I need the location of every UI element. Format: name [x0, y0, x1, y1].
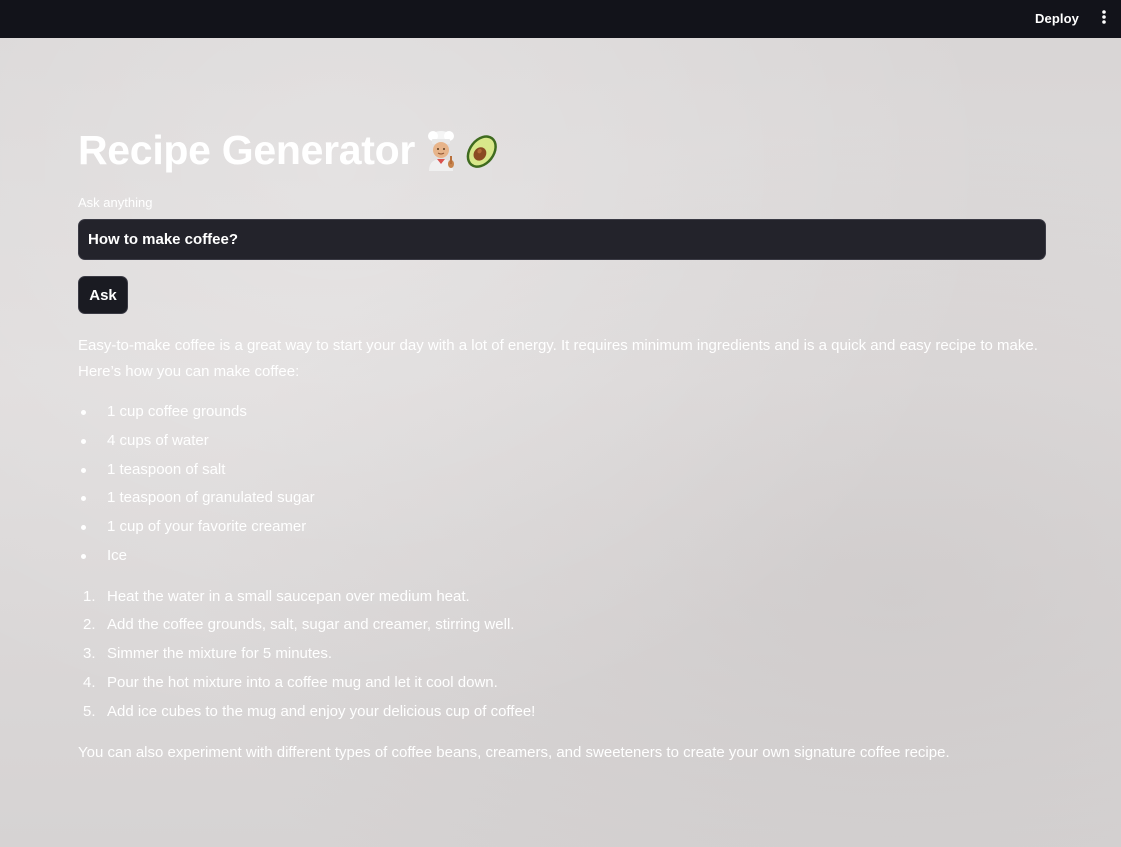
step-item: 5. Add ice cubes to the mug and enjoy you… [78, 702, 1046, 731]
step-item: 4. Pour the hot mixture into a coffee mug… [78, 673, 1046, 702]
step-number: 1. [83, 587, 96, 605]
avocado-emoji-icon [466, 135, 497, 168]
ingredient-item: 1 teaspoon of salt [78, 460, 1046, 489]
ingredient-item: 1 teaspoon of granulated sugar [78, 488, 1046, 517]
ask-field-label: Ask anything [78, 195, 153, 210]
answer-section: Easy-to-make coffee is a great way to st… [78, 333, 1046, 764]
deploy-button[interactable]: Deploy [1027, 8, 1087, 30]
step-text: Add ice cubes to the mug and enjoy your … [107, 702, 536, 720]
answer-intro: Easy-to-make coffee is a great way to st… [78, 337, 1038, 380]
ask-button[interactable]: Ask [78, 276, 128, 314]
step-text: Add the coffee grounds, salt, sugar and … [107, 616, 515, 634]
top-bar: Deploy [0, 0, 1121, 38]
step-number: 2. [83, 616, 96, 634]
ingredient-item: Ice [78, 546, 1046, 575]
step-number: 3. [83, 645, 96, 663]
steps-list: 1. Heat the water in a small saucepan ove… [78, 587, 1046, 730]
step-text: Pour the hot mixture into a coffee mug a… [107, 673, 498, 691]
vertical-ellipsis-icon [1102, 10, 1106, 24]
step-item: 2. Add the coffee grounds, salt, sugar an… [78, 615, 1046, 644]
ask-input[interactable] [78, 219, 1046, 260]
ingredient-item: 4 cups of water [78, 431, 1046, 460]
page-title: Recipe Generator [78, 124, 505, 176]
main-menu-button[interactable] [1094, 8, 1114, 30]
answer-outro: You can also experiment with different t… [78, 744, 950, 762]
step-number: 4. [83, 673, 96, 691]
step-number: 5. [83, 702, 96, 720]
ingredients-list: 1 cup coffee grounds 4 cups of water 1 t… [78, 402, 1046, 575]
step-item: 1. Heat the water in a small saucepan ove… [78, 587, 1046, 616]
step-text: Simmer the mixture for 5 minutes. [107, 645, 333, 663]
step-text: Heat the water in a small saucepan over … [107, 587, 470, 605]
step-item: 3. Simmer the mixture for 5 minutes. [78, 644, 1046, 673]
page-title-text: Recipe Generator [78, 126, 415, 173]
chef-emoji-icon [428, 131, 454, 171]
title-emojis [421, 128, 505, 172]
ingredient-item: 1 cup of your favorite creamer [78, 517, 1046, 546]
ingredient-item: 1 cup coffee grounds [78, 402, 1046, 431]
